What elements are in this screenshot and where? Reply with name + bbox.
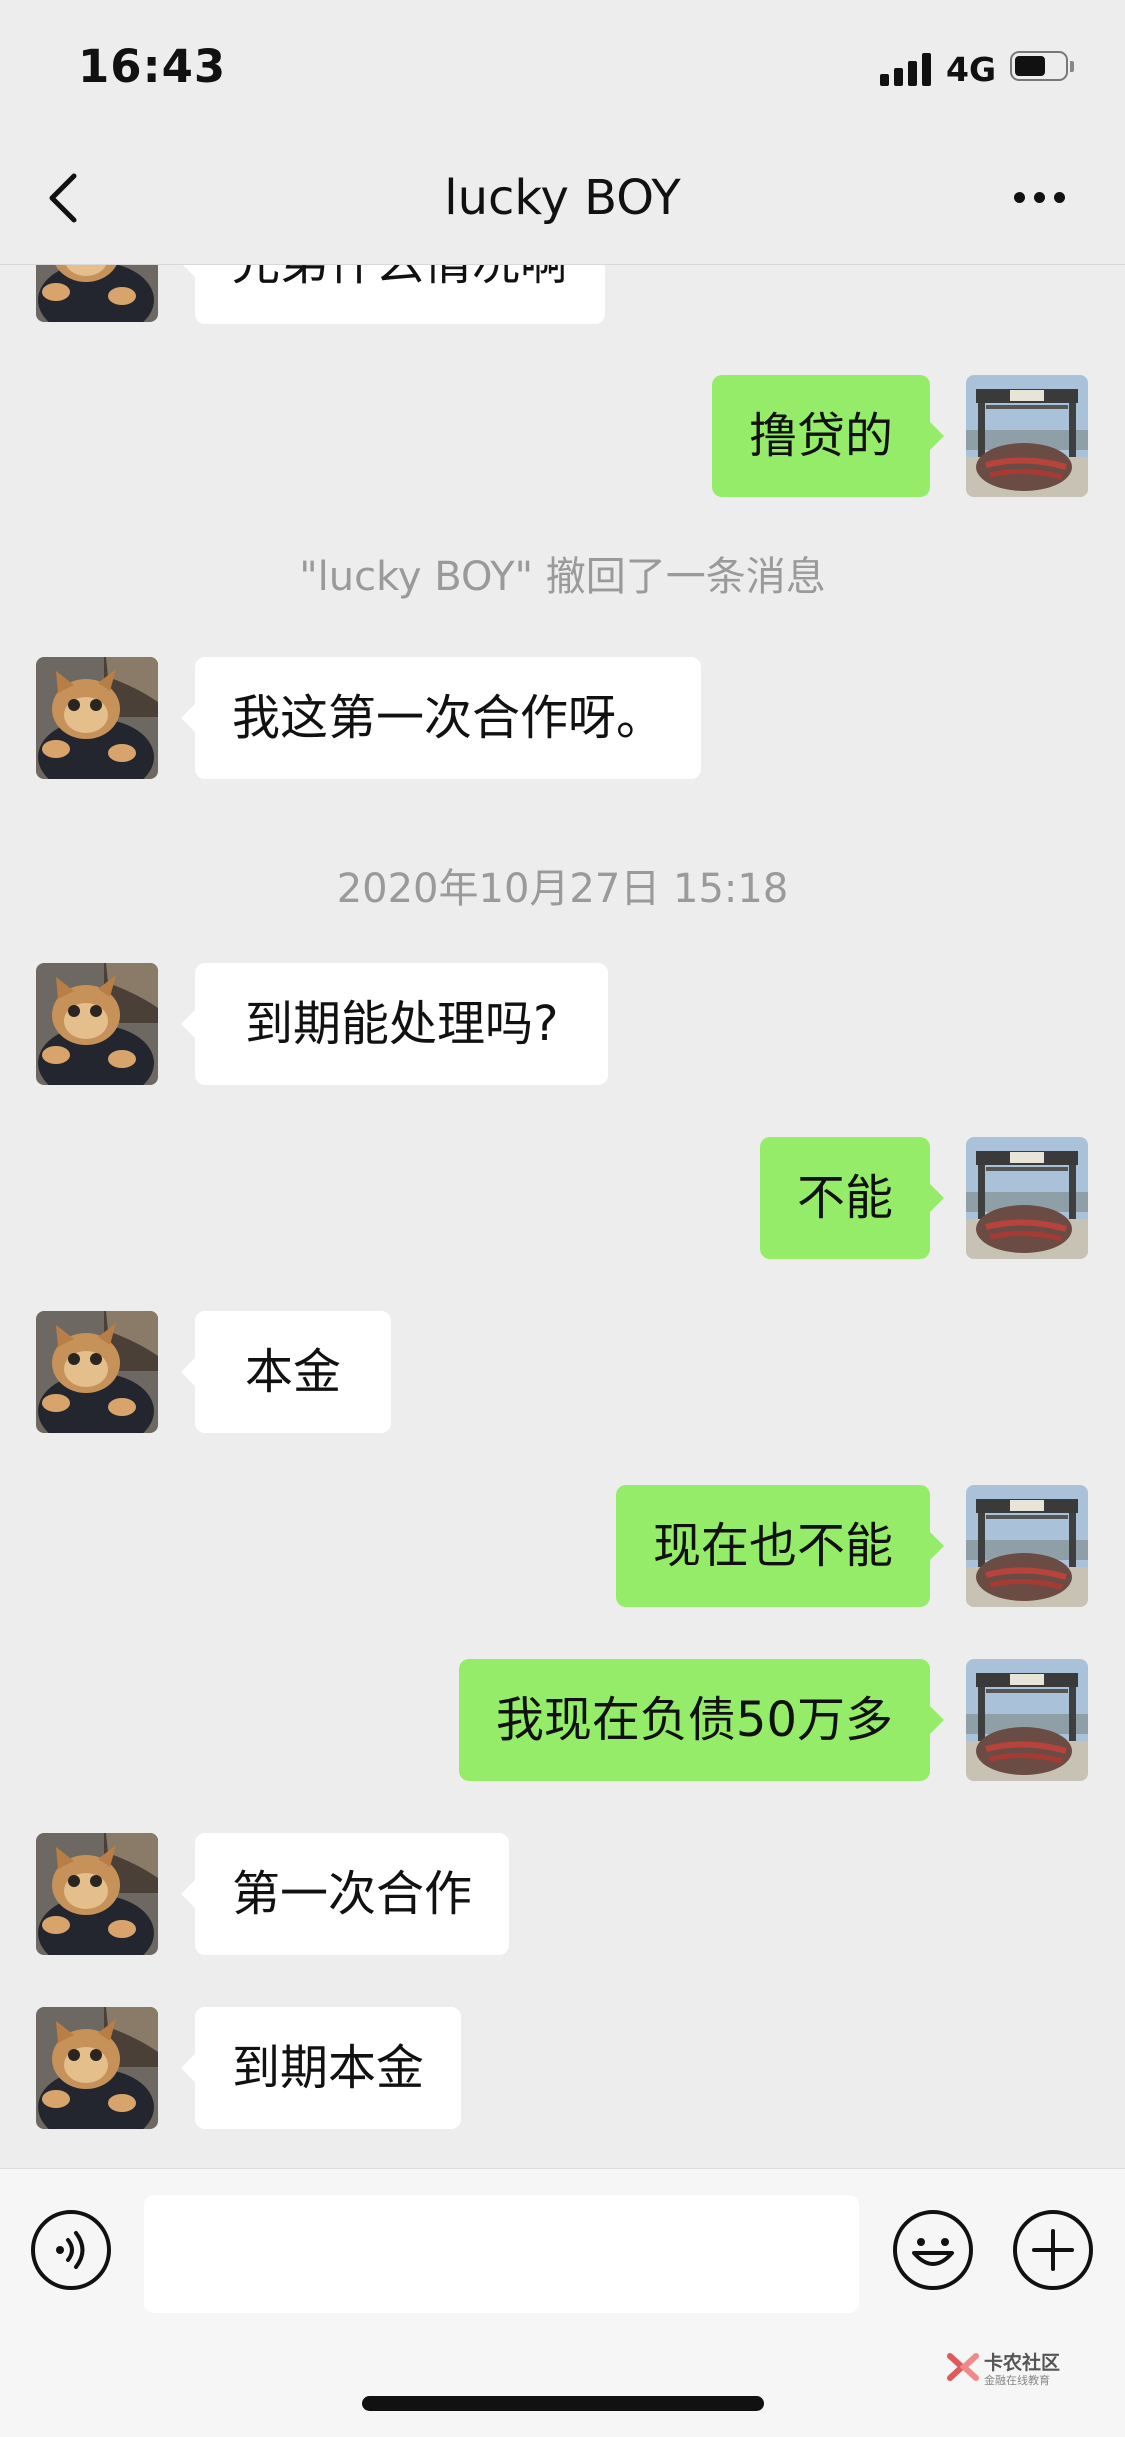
signal-icon	[880, 52, 934, 86]
home-indicator[interactable]	[362, 2396, 764, 2411]
contact-avatar[interactable]	[36, 1311, 158, 1433]
voice-icon[interactable]	[30, 2209, 112, 2291]
my-avatar[interactable]	[966, 1137, 1088, 1259]
contact-avatar[interactable]	[36, 657, 158, 779]
message-incoming[interactable]: 到期能处理吗?	[180, 963, 609, 1085]
more-dots-icon[interactable]	[1010, 182, 1070, 212]
watermark-logo: 卡农社区 金融在线教育	[946, 2348, 1066, 2388]
message-input[interactable]	[144, 2195, 859, 2313]
message-incoming[interactable]: 第一次合作	[180, 1833, 510, 1955]
message-outgoing[interactable]: 不能	[759, 1137, 945, 1259]
message-outgoing[interactable]: 现在也不能	[615, 1485, 945, 1607]
battery-icon	[1010, 51, 1074, 83]
my-avatar[interactable]	[966, 375, 1088, 497]
chat-area[interactable]: 兄弟什么情况啊 撸贷的 "lucky BOY" 撤回了一条消息 我这第一次合作呀…	[0, 0, 1125, 2168]
watermark-subtitle: 金融在线教育	[984, 2374, 1050, 2387]
my-avatar[interactable]	[966, 1659, 1088, 1781]
contact-avatar[interactable]	[36, 1833, 158, 1955]
message-incoming[interactable]: 本金	[180, 1311, 392, 1433]
nav-bar: lucky BOY	[0, 130, 1125, 265]
recall-notice: "lucky BOY" 撤回了一条消息	[299, 554, 826, 600]
message-incoming[interactable]: 到期本金	[180, 2007, 462, 2129]
status-time: 16:43	[78, 40, 227, 93]
message-outgoing[interactable]: 我现在负债50万多	[458, 1659, 945, 1781]
contact-avatar[interactable]	[36, 2007, 158, 2129]
plus-icon[interactable]	[1012, 2209, 1094, 2291]
message-outgoing[interactable]: 撸贷的	[711, 375, 945, 497]
contact-avatar[interactable]	[36, 963, 158, 1085]
message-timestamp: 2020年10月27日 15:18	[336, 866, 789, 912]
emoji-icon[interactable]	[892, 2209, 974, 2291]
watermark-title: 卡农社区	[984, 2352, 1061, 2374]
network-type: 4G	[946, 50, 997, 89]
chat-title: lucky BOY	[444, 170, 681, 226]
my-avatar[interactable]	[966, 1485, 1088, 1607]
status-bar: 16:43 4G	[0, 0, 1125, 130]
message-incoming[interactable]: 我这第一次合作呀。	[180, 657, 702, 779]
